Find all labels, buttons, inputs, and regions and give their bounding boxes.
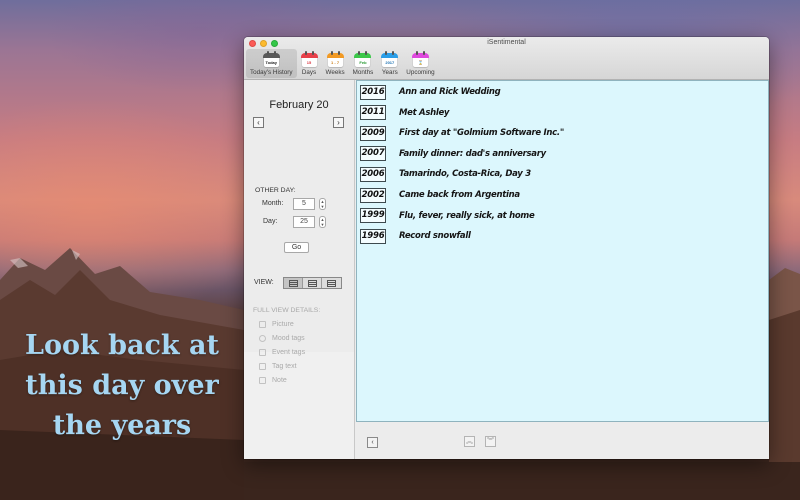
toolbar-label: Today's History xyxy=(250,69,293,76)
month-stepper[interactable]: ▲ ▼ xyxy=(319,198,326,210)
event-row[interactable]: 2007 Family dinner: dad's anniversary xyxy=(360,146,546,162)
day-stepper[interactable]: ▲ ▼ xyxy=(319,216,326,228)
scroll-up-button[interactable]: ︽ xyxy=(464,436,475,447)
view-compact-button[interactable] xyxy=(284,278,303,288)
event-year: 2007 xyxy=(360,146,386,162)
day-label: Day: xyxy=(263,218,278,225)
titlebar: iSentimental Today Today's History 15 Days 1… xyxy=(244,37,769,80)
view-full-button[interactable] xyxy=(322,278,341,288)
event-title: Ann and Rick Wedding xyxy=(399,87,501,97)
note-icon xyxy=(259,377,266,384)
event-year: 1996 xyxy=(360,228,386,244)
toolbar-label: Months xyxy=(352,69,374,76)
promo-line-1: Look back at xyxy=(25,330,219,361)
bottom-bar: ‹ ︽ ︾ xyxy=(356,422,769,459)
calendar-todays-history-icon: Today xyxy=(262,51,280,67)
toolbar-label: Years xyxy=(381,69,398,76)
picture-icon xyxy=(259,321,266,328)
event-year: 2011 xyxy=(360,105,386,121)
event-year: 2009 xyxy=(360,125,386,141)
promo-line-3: the years xyxy=(52,410,192,441)
month-label: Month: xyxy=(262,200,284,207)
sidebar: February 20 ‹ › OTHER DAY: Month: 5 ▲ ▼ D… xyxy=(244,80,355,459)
event-row[interactable]: 2016 Ann and Rick Wedding xyxy=(360,84,501,100)
list-compact-icon xyxy=(288,279,298,287)
full-view-details-label: FULL VIEW DETAILS: xyxy=(253,307,321,314)
detail-option-mood-tags[interactable]: Mood tags xyxy=(259,335,305,342)
detail-option-label: Mood tags xyxy=(272,335,305,342)
toolbar-months-button[interactable]: Feb Months xyxy=(349,49,378,78)
event-title: Record snowfall xyxy=(399,231,471,242)
event-row[interactable]: 2006 Tamarindo, Costa-Rica, Day 3 xyxy=(360,166,531,182)
scroll-down-button[interactable]: ︾ xyxy=(485,436,496,447)
app-window: iSentimental Today Today's History 15 Days 1… xyxy=(244,37,769,459)
event-year: 1999 xyxy=(360,208,386,224)
window-title: iSentimental xyxy=(487,39,526,46)
event-row[interactable]: 1996 Record snowfall xyxy=(360,228,471,244)
toolbar-label: Upcoming xyxy=(406,69,435,76)
event-year: 2002 xyxy=(360,187,386,203)
back-button[interactable]: ‹ xyxy=(367,437,378,448)
next-day-button[interactable]: › xyxy=(333,117,344,128)
detail-option-label: Note xyxy=(272,377,287,384)
toolbar-years-button[interactable]: 2017 Years xyxy=(377,49,402,78)
detail-option-picture[interactable]: Picture xyxy=(259,321,294,328)
promo-headline: Look back at this day over the years xyxy=(8,326,236,446)
calendar-years-icon: 2017 xyxy=(381,51,399,67)
go-button[interactable]: Go xyxy=(284,242,309,253)
event-row[interactable]: 1999 Flu, fever, really sick, at home xyxy=(360,208,535,224)
detail-option-event-tags[interactable]: Event tags xyxy=(259,349,305,356)
view-label: VIEW: xyxy=(254,279,274,286)
toolbar-label: Weeks xyxy=(325,69,345,76)
detail-option-label: Event tags xyxy=(272,349,306,356)
event-title: First day at "Golmium Software Inc." xyxy=(399,128,564,139)
date-heading: February 20 xyxy=(269,99,329,111)
previous-day-button[interactable]: ‹ xyxy=(253,117,264,128)
event-year: 2006 xyxy=(360,166,386,182)
day-field[interactable]: 25 xyxy=(293,216,315,228)
event-year: 2016 xyxy=(360,84,386,100)
toolbar-label: Days xyxy=(301,69,317,76)
calendar-weeks-icon: 1 - 7 xyxy=(326,51,344,67)
event-row[interactable]: 2011 Met Ashley xyxy=(360,105,449,121)
detail-option-tag-text[interactable]: Tag text xyxy=(259,363,297,370)
view-mode-selector xyxy=(283,277,342,289)
event-title: Family dinner: dad's anniversary xyxy=(399,148,546,159)
event-list[interactable]: 2016 Ann and Rick Wedding 2011 Met Ashley 20… xyxy=(356,80,769,422)
event-title: Flu, fever, really sick, at home xyxy=(399,210,535,221)
calendar-days-icon: 15 xyxy=(300,51,318,67)
detail-option-label: Tag text xyxy=(272,363,297,370)
sidebar-controls: February 20 ‹ › OTHER DAY: Month: 5 ▲ ▼ D… xyxy=(244,80,354,384)
promo-line-2: this day over xyxy=(25,370,219,401)
event-row[interactable]: 2009 First day at "Golmium Software Inc." xyxy=(360,125,564,141)
tag-text-icon xyxy=(259,363,266,370)
mood-icon xyxy=(259,335,266,342)
list-full-icon xyxy=(327,279,336,287)
toolbar-todays-history-button[interactable]: Today Today's History xyxy=(246,49,297,78)
event-title: Met Ashley xyxy=(399,107,450,118)
event-row[interactable]: 2002 Came back from Argentina xyxy=(360,187,520,203)
toolbar-upcoming-button[interactable]: ⌛ Upcoming xyxy=(402,49,438,78)
calendar-upcoming-icon: ⌛ xyxy=(411,51,429,67)
detail-option-label: Picture xyxy=(272,321,294,328)
month-field[interactable]: 5 xyxy=(293,198,315,210)
event-tag-icon xyxy=(259,349,266,356)
event-title: Tamarindo, Costa-Rica, Day 3 xyxy=(399,169,531,180)
view-detailed-button[interactable] xyxy=(303,278,322,288)
toolbar: Today Today's History 15 Days 1 - 7 Weeks Feb M… xyxy=(246,49,439,80)
calendar-months-icon: Feb xyxy=(354,51,372,67)
toolbar-weeks-button[interactable]: 1 - 7 Weeks xyxy=(322,49,349,78)
toolbar-days-button[interactable]: 15 Days xyxy=(297,49,322,78)
detail-option-note[interactable]: Note xyxy=(259,377,287,384)
list-detailed-icon xyxy=(307,279,317,287)
other-day-label: OTHER DAY: xyxy=(255,187,296,194)
event-title: Came back from Argentina xyxy=(399,190,520,200)
